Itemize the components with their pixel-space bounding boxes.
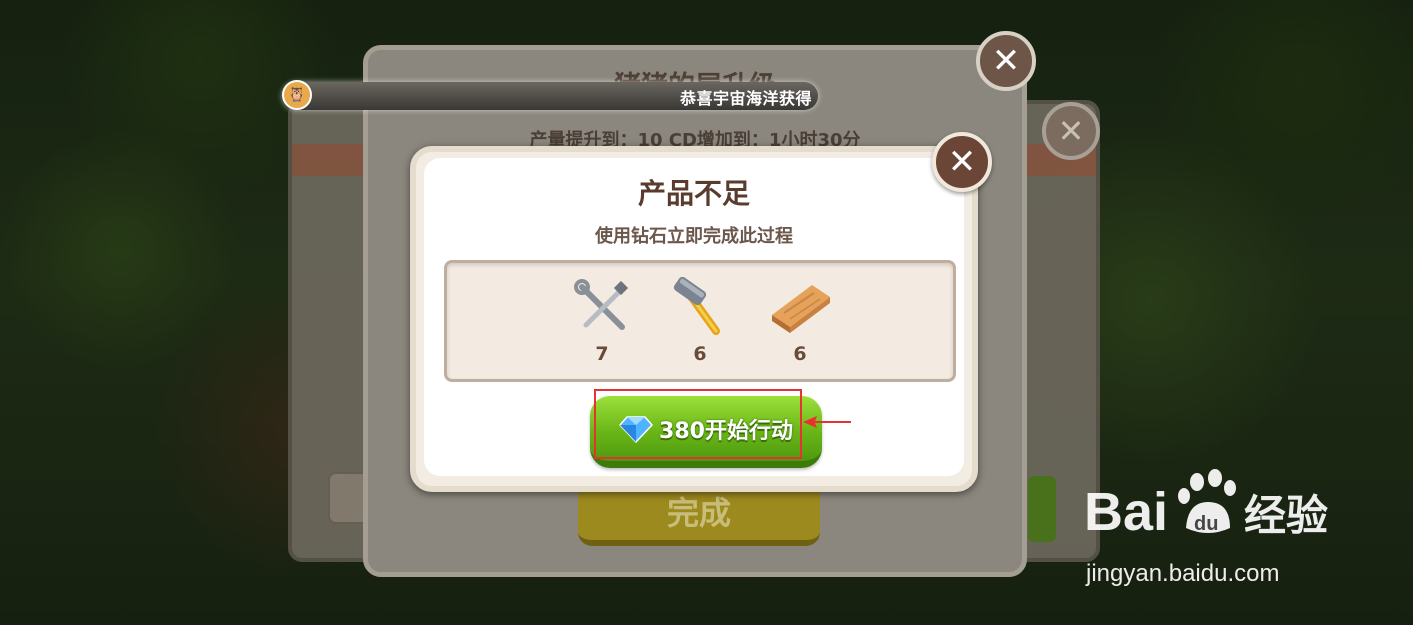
item-count: 7 (595, 343, 609, 365)
watermark-url: jingyan.baidu.com (1086, 560, 1280, 587)
screwdriver-and-wrench-icon (574, 279, 629, 330)
notification-bar: 🦉 恭喜宇宙海洋获得 (282, 80, 818, 110)
insufficient-products-dialog: 产品不足 使用钻石立即完成此过程 7 6 6 380开始行动 (410, 146, 978, 492)
close-icon[interactable]: ✕ (1042, 102, 1100, 160)
dialog-body: 产品不足 使用钻石立即完成此过程 7 6 6 380开始行动 (424, 158, 964, 476)
diamond-icon (619, 415, 654, 443)
wood-plank-icon (772, 285, 830, 333)
item-count: 6 (693, 343, 707, 365)
required-items-tray: 7 6 6 (444, 260, 956, 382)
dialog-subtitle: 使用钻石立即完成此过程 (595, 226, 793, 247)
start-action-label: 380开始行动 (659, 418, 793, 444)
list-item: 6 (765, 277, 835, 365)
dialog-title: 产品不足 (637, 177, 750, 210)
svg-text:du: du (1194, 513, 1218, 535)
item-count: 6 (793, 343, 807, 365)
annotation-arrow-icon (803, 416, 851, 428)
list-item: 7 (567, 277, 637, 365)
start-action-button[interactable]: 380开始行动 (590, 396, 822, 468)
list-item: 6 (665, 277, 735, 365)
owl-avatar-icon: 🦉 (282, 80, 312, 110)
svg-text:经验: 经验 (1244, 491, 1328, 540)
close-icon[interactable]: ✕ (976, 31, 1036, 91)
baidu-jingyan-watermark: Bai du 经验 jingyan.baidu.com (1084, 468, 1344, 598)
hammer-icon (673, 277, 720, 335)
notification-text: 恭喜宇宙海洋获得 (679, 89, 812, 108)
baidu-logo-icon: Bai du 经验 (1084, 469, 1328, 542)
svg-text:Bai: Bai (1084, 482, 1168, 542)
close-icon[interactable]: ✕ (932, 132, 992, 192)
green-button-edge (1028, 476, 1056, 542)
